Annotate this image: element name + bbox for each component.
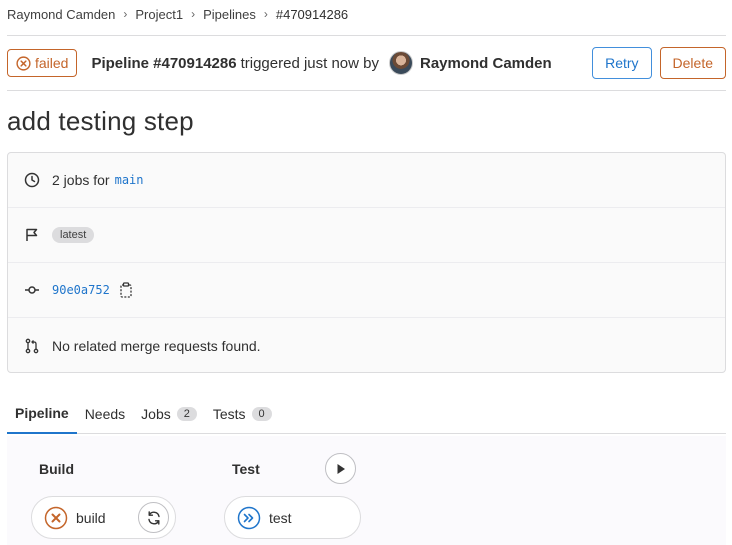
- jobs-row: 2 jobs for main: [8, 153, 725, 208]
- triggered-text: triggered just now by: [240, 54, 379, 72]
- chevron-right-icon: ›: [123, 7, 128, 21]
- tab-pipeline[interactable]: Pipeline: [7, 394, 77, 434]
- jobs-count-text: 2 jobs for: [52, 172, 110, 188]
- commit-row: 90e0a752: [8, 263, 725, 318]
- jobs-count-badge: 2: [176, 407, 197, 421]
- commit-icon: [25, 286, 39, 294]
- pipeline-info-box: 2 jobs for main latest 90e0a752 No relat…: [7, 152, 726, 373]
- pipeline-label: Pipeline #470914286: [91, 54, 237, 72]
- clock-icon: [24, 172, 40, 188]
- branch-link[interactable]: main: [115, 173, 144, 187]
- tests-count-badge: 0: [251, 407, 272, 421]
- failed-x-icon: [44, 506, 68, 529]
- pipeline-trigger-info: Pipeline #470914286 triggered just now b…: [91, 51, 552, 75]
- stage-title-build: Build: [39, 461, 74, 477]
- tab-label: Tests: [212, 406, 246, 422]
- divider: [7, 90, 726, 91]
- pipeline-tabs: Pipeline Needs Jobs 2 Tests 0: [7, 394, 726, 434]
- tab-label: Pipeline: [15, 405, 69, 421]
- pipeline-header: failed Pipeline #470914286 triggered jus…: [7, 47, 726, 79]
- header-actions: Retry Delete: [592, 47, 726, 79]
- tab-label: Needs: [84, 406, 126, 422]
- tab-label: Jobs: [141, 406, 171, 422]
- latest-badge: latest: [52, 227, 95, 243]
- retry-icon: [147, 510, 160, 525]
- merge-requests-text: No related merge requests found.: [52, 337, 261, 354]
- retry-job-button[interactable]: [138, 502, 169, 533]
- flag-icon: [26, 228, 38, 241]
- breadcrumb-item-pipelines[interactable]: Pipelines: [203, 7, 256, 22]
- failed-x-icon: [16, 55, 31, 71]
- breadcrumb: Raymond Camden › Project1 › Pipelines › …: [7, 6, 348, 22]
- pipeline-graph: Build Test build test: [7, 436, 726, 545]
- stage-title-test: Test: [232, 461, 260, 477]
- job-name: test: [269, 509, 292, 526]
- merge-request-icon: [25, 338, 39, 353]
- tag-row: latest: [8, 208, 725, 263]
- commit-sha-link[interactable]: 90e0a752: [52, 283, 110, 297]
- play-stage-button[interactable]: [325, 453, 356, 484]
- tab-tests[interactable]: Tests 0: [205, 394, 280, 434]
- copy-icon[interactable]: [119, 282, 133, 298]
- status-label: failed: [35, 55, 69, 71]
- breadcrumb-item-project[interactable]: Project1: [135, 7, 183, 22]
- breadcrumb-item-pipeline-id[interactable]: #470914286: [276, 7, 348, 22]
- author-name[interactable]: Raymond Camden: [420, 55, 552, 72]
- tab-jobs[interactable]: Jobs 2: [133, 394, 205, 434]
- retry-button[interactable]: Retry: [592, 47, 652, 79]
- play-icon: [337, 463, 345, 474]
- merge-request-row: No related merge requests found.: [8, 318, 725, 373]
- chevron-right-icon: ›: [191, 7, 196, 21]
- avatar[interactable]: [388, 51, 413, 75]
- skipped-icon: [237, 506, 261, 529]
- page-title: add testing step: [7, 106, 194, 136]
- breadcrumb-item-owner[interactable]: Raymond Camden: [7, 7, 115, 22]
- delete-button[interactable]: Delete: [659, 47, 726, 79]
- job-build[interactable]: build: [31, 496, 176, 539]
- tab-needs[interactable]: Needs: [77, 394, 133, 434]
- job-test[interactable]: test: [224, 496, 361, 539]
- divider: [7, 35, 726, 36]
- job-name: build: [76, 509, 106, 526]
- chevron-right-icon: ›: [263, 7, 268, 21]
- status-badge[interactable]: failed: [7, 49, 78, 77]
